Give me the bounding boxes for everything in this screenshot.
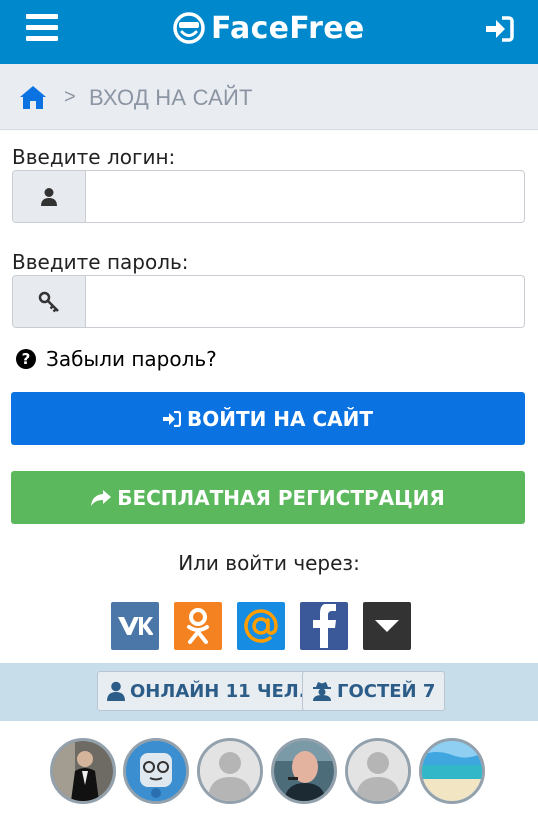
online-stats-bar: ОНЛАЙН 11 ЧЕЛ. ГОСТЕЙ 7 (0, 663, 538, 721)
vk-login-button[interactable] (111, 602, 159, 650)
share-arrow-icon (91, 489, 112, 506)
top-navbar: FaceFree (0, 0, 538, 64)
forgot-password-label: Забыли пароль? (46, 347, 217, 371)
breadcrumb-separator: > (64, 86, 76, 108)
user-avatar[interactable] (197, 738, 263, 804)
site-logo[interactable]: FaceFree (173, 10, 365, 46)
hamburger-menu-icon[interactable] (26, 14, 58, 42)
guests-label: ГОСТЕЙ 7 (337, 680, 436, 702)
brand-name: FaceFree (211, 10, 365, 46)
register-button[interactable]: БЕСПЛАТНАЯ РЕГИСТРАЦИЯ (11, 471, 525, 524)
online-users-button[interactable]: ОНЛАЙН 11 ЧЕЛ. (97, 671, 316, 711)
sign-in-icon[interactable] (484, 16, 514, 42)
more-social-button[interactable] (363, 602, 411, 650)
user-avatar[interactable] (271, 738, 337, 804)
ok-login-button[interactable] (174, 602, 222, 650)
facebook-login-button[interactable] (300, 602, 348, 650)
login-button[interactable]: ВОЙТИ НА САЙТ (11, 392, 525, 445)
user-avatar[interactable] (419, 738, 485, 804)
caret-down-icon (375, 620, 399, 632)
mailru-login-button[interactable] (237, 602, 285, 650)
login-input[interactable] (86, 171, 524, 222)
user-avatar[interactable] (123, 738, 189, 804)
ok-icon (187, 608, 209, 644)
password-addon (13, 276, 86, 327)
sign-in-icon (162, 410, 181, 427)
user-icon (107, 681, 125, 701)
online-users-label: ОНЛАЙН 11 ЧЕЛ. (130, 680, 306, 702)
social-login-caption: Или войти через: (178, 551, 360, 575)
question-circle-icon: ? (16, 349, 36, 369)
login-button-label: ВОЙТИ НА САЙТ (186, 406, 374, 431)
vk-icon (118, 617, 153, 635)
forgot-password-link[interactable]: ? Забыли пароль? (16, 347, 217, 371)
at-icon (244, 609, 278, 643)
password-label: Введите пароль: (12, 250, 189, 274)
login-field (12, 170, 525, 223)
login-addon (13, 171, 86, 222)
home-icon[interactable] (19, 84, 47, 110)
guests-button[interactable]: ГОСТЕЙ 7 (302, 671, 446, 711)
password-input[interactable] (86, 276, 524, 327)
login-form: Введите логин: Введите пароль: ? Забыли … (0, 131, 538, 663)
user-avatar[interactable] (345, 738, 411, 804)
login-label: Введите логин: (12, 145, 176, 169)
user-secret-icon (313, 682, 331, 701)
register-button-label: БЕСПЛАТНАЯ РЕГИСТРАЦИЯ (117, 485, 445, 510)
user-icon (41, 187, 57, 206)
facebook-icon (313, 604, 336, 648)
breadcrumb: > ВХОД НА САЙТ (0, 64, 538, 130)
user-avatar[interactable] (50, 738, 116, 804)
password-field (12, 275, 525, 328)
page-title: ВХОД НА САЙТ (89, 85, 253, 110)
smiley-logo-icon (173, 12, 205, 44)
key-icon (38, 291, 59, 312)
